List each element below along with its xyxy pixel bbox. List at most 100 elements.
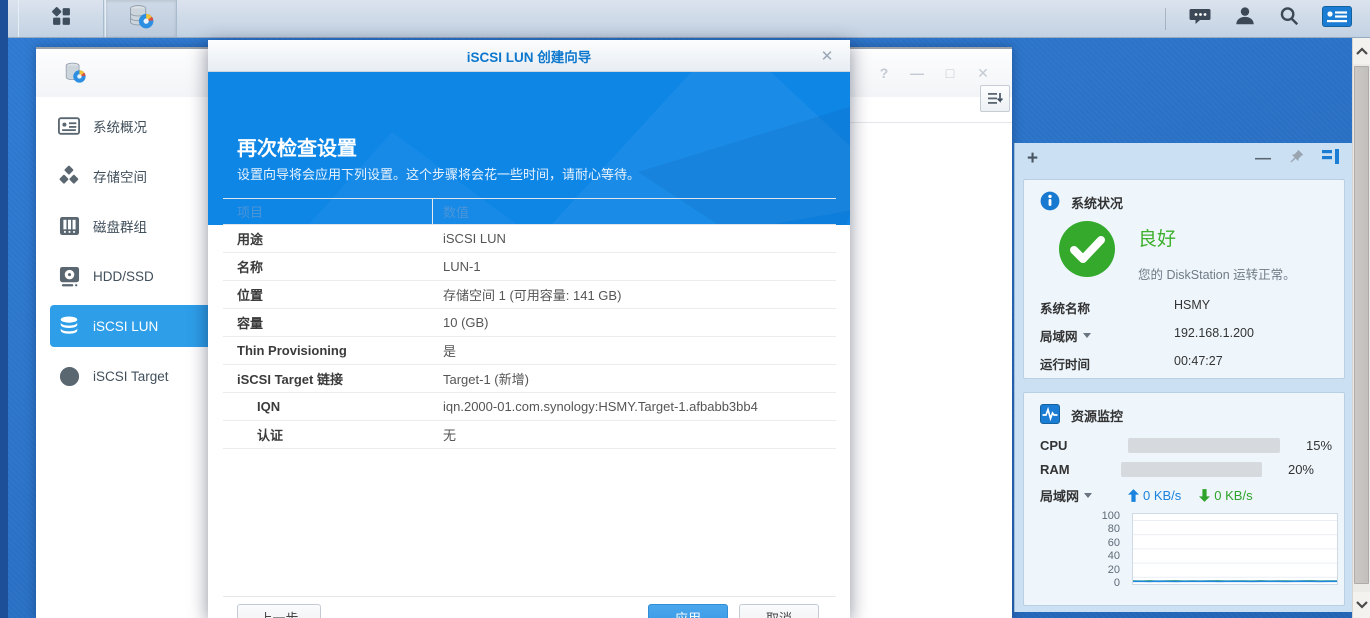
apply-button[interactable]: 应用	[648, 604, 728, 618]
sidebar-item-disk-group[interactable]: 磁盘群组	[50, 205, 212, 247]
column-header-value[interactable]: 数值	[433, 202, 469, 221]
network-traffic-chart	[1132, 513, 1338, 585]
row-value: Target-1 (新增)	[443, 372, 529, 387]
scroll-up-icon[interactable]	[1353, 38, 1370, 64]
previous-button[interactable]: 上一步	[237, 604, 321, 618]
row-label: 系统名称	[1040, 302, 1091, 316]
panel-layout-icon[interactable]	[1322, 148, 1340, 169]
row-label: Thin Provisioning	[237, 343, 347, 358]
lan-row: 局域网 192.168.1.200	[1040, 326, 1330, 345]
taskbar-tray	[1165, 0, 1352, 37]
health-ok-icon	[1058, 220, 1116, 283]
hdd-icon	[58, 265, 80, 287]
chevron-down-icon	[1082, 333, 1091, 338]
cancel-button[interactable]: 取消	[739, 604, 819, 618]
upload-rate: 0 KB/s	[1128, 488, 1181, 503]
page-scrollbar[interactable]	[1352, 38, 1370, 618]
row-label: 容量	[237, 316, 264, 331]
system-health-header[interactable]: 系统状况	[1024, 180, 1344, 214]
search-icon[interactable]	[1278, 5, 1300, 32]
iscsi-target-icon	[58, 365, 80, 387]
sidebar-item-volume[interactable]: 存储空间	[50, 155, 212, 197]
health-status: 良好 您的 DiskStation 运转正常。	[1138, 224, 1296, 283]
row-label: 局域网	[1040, 330, 1078, 344]
uptime-row: 运行时间 00:47:27	[1040, 354, 1330, 373]
panel-minimize-icon[interactable]: —	[1255, 150, 1271, 168]
overview-card-icon	[58, 115, 80, 137]
chevron-down-icon	[1084, 492, 1093, 498]
table-row[interactable]: 认证 无	[223, 421, 836, 449]
health-status-text: 良好	[1138, 229, 1177, 250]
scroll-down-icon[interactable]	[1353, 592, 1370, 618]
banner-heading: 再次检查设置	[237, 138, 357, 160]
sidebar-item-label: 磁盘群组	[93, 220, 147, 235]
sidebar-item-iscsi-target[interactable]: iSCSI Target	[50, 355, 212, 397]
widget-title: 系统状况	[1071, 196, 1124, 211]
dialog-close-icon[interactable]: ✕	[818, 47, 836, 65]
row-label: iSCSI Target 链接	[237, 372, 343, 387]
user-options-icon[interactable]	[1234, 5, 1256, 32]
upload-arrow-icon	[1128, 488, 1139, 502]
row-value: iSCSI LUN	[443, 231, 506, 246]
table-row[interactable]: iSCSI Target 链接 Target-1 (新增)	[223, 365, 836, 393]
sidebar-item-label: iSCSI LUN	[93, 318, 159, 334]
download-arrow-icon	[1199, 488, 1211, 502]
ram-label: RAM	[1040, 461, 1070, 477]
volume-cubes-icon	[58, 165, 80, 187]
main-menu-button[interactable]	[18, 0, 104, 37]
row-label: 认证	[257, 428, 284, 443]
resource-monitor-icon	[1040, 404, 1060, 427]
widget-panel-bar: + —	[1015, 143, 1352, 174]
footer-divider	[223, 596, 836, 597]
sort-button[interactable]	[980, 85, 1010, 112]
ram-percent: 20%	[1287, 461, 1314, 477]
ram-meter	[1121, 461, 1262, 477]
settings-table: 项目 数值 用途 iSCSI LUN 名称 LUN-1 位置 存储空间 1 (可…	[223, 198, 836, 449]
sidebar-item-label: HDD/SSD	[93, 268, 154, 284]
row-label: 用途	[237, 232, 264, 247]
info-icon	[1040, 191, 1060, 214]
pilot-view-widgets-icon[interactable]	[1322, 5, 1352, 32]
add-widget-icon[interactable]: +	[1027, 148, 1038, 170]
sidebar-item-hdd-ssd[interactable]: HDD/SSD	[50, 255, 212, 297]
row-value: 192.168.1.200	[1174, 326, 1254, 340]
sidebar-item-label: iSCSI Target	[93, 368, 169, 384]
table-row[interactable]: Thin Provisioning 是	[223, 337, 836, 365]
window-maximize-icon[interactable]: □	[943, 65, 957, 82]
pin-icon[interactable]	[1288, 148, 1305, 170]
storage-manager-app-button[interactable]	[105, 0, 177, 37]
cpu-meter-row: CPU 15%	[1040, 437, 1340, 453]
dialog-titlebar[interactable]: iSCSI LUN 创建向导 ✕	[208, 40, 850, 72]
table-header-row: 项目 数值	[223, 198, 836, 225]
main-menu-icon	[50, 5, 73, 33]
table-row[interactable]: 位置 存储空间 1 (可用容量: 141 GB)	[223, 281, 836, 309]
table-row[interactable]: 名称 LUN-1	[223, 253, 836, 281]
window-help-icon[interactable]: ?	[877, 65, 891, 82]
ram-meter-row: RAM 20%	[1040, 461, 1340, 477]
disk-group-icon	[58, 215, 80, 237]
sidebar-item-overview[interactable]: 系统概况	[50, 105, 212, 147]
window-close-icon[interactable]: ✕	[976, 65, 990, 82]
dialog-title: iSCSI LUN 创建向导	[466, 49, 592, 65]
tray-separator	[1165, 7, 1166, 30]
system-name-row: 系统名称 HSMY	[1040, 298, 1330, 317]
lan-traffic-row: 局域网 0 KB/s 0 KB/s	[1040, 487, 1340, 504]
row-value: HSMY	[1174, 298, 1211, 312]
storage-manager-app-icon	[128, 3, 155, 35]
iscsi-lun-wizard-dialog: iSCSI LUN 创建向导 ✕ 再次检查设置 设置向导将会应用下列设置。这个步…	[208, 40, 850, 618]
table-row[interactable]: 容量 10 (GB)	[223, 309, 836, 337]
resource-monitor-header[interactable]: 资源监控	[1024, 393, 1344, 427]
widget-title: 资源监控	[1071, 409, 1124, 424]
column-header-item[interactable]: 项目	[223, 199, 433, 224]
window-minimize-icon[interactable]: —	[910, 65, 924, 82]
desktop: ? — □ ✕ 系统概况 存储空间 磁盘群组 HDD/SSD iSCSI LUN…	[0, 0, 1370, 618]
row-label: 位置	[237, 288, 264, 303]
desktop-left-edge	[0, 0, 8, 618]
sidebar-item-label: 系统概况	[93, 120, 147, 135]
lan-label: 局域网	[1040, 488, 1080, 504]
table-row[interactable]: 用途 iSCSI LUN	[223, 225, 836, 253]
row-value: 存储空间 1 (可用容量: 141 GB)	[443, 288, 622, 303]
scrollbar-thumb[interactable]	[1354, 66, 1369, 584]
table-row[interactable]: IQN iqn.2000-01.com.synology:HSMY.Target…	[223, 393, 836, 421]
notifications-icon[interactable]	[1188, 4, 1212, 33]
